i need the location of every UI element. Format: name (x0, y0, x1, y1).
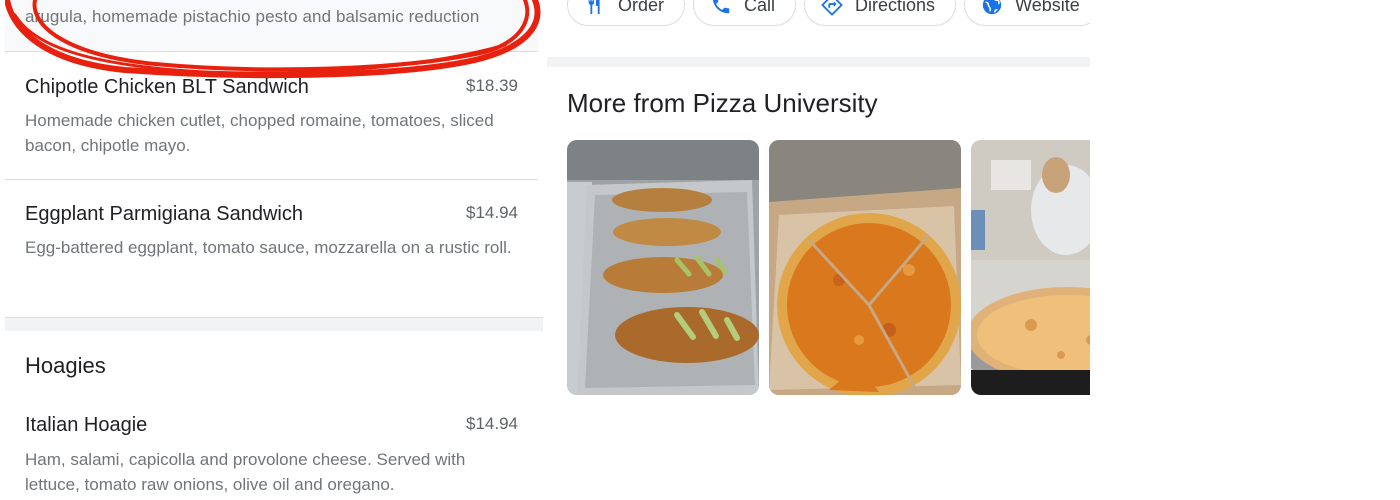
menu-item[interactable]: Italian Hoagie $14.94 Ham, salami, capic… (5, 395, 538, 500)
website-label: Website (1015, 0, 1080, 15)
menu-item-price: $14.94 (466, 414, 518, 433)
directions-icon (821, 0, 843, 16)
menu-item-description: Egg-battered eggplant, tomato sauce, moz… (25, 238, 512, 257)
menu-item[interactable]: arugula, homemade pistachio pesto and ba… (5, 0, 538, 52)
phone-icon (712, 0, 730, 14)
menu-item-price: $14.94 (466, 203, 518, 222)
globe-icon (982, 0, 1002, 15)
menu-item-price: $18.39 (466, 76, 518, 95)
menu-item-description: Homemade chicken cutlet, chopped romaine… (25, 111, 494, 155)
website-button[interactable]: Website (964, 0, 1090, 26)
section-divider (547, 57, 1090, 67)
menu-item-name: Chipotle Chicken BLT Sandwich (25, 76, 309, 98)
order-label: Order (618, 0, 665, 15)
menu-item-description: Ham, salami, capicolla and provolone che… (25, 450, 466, 494)
order-button[interactable]: Order (567, 0, 686, 26)
pizza-box-photo[interactable] (769, 140, 961, 395)
menu-item[interactable]: Chipotle Chicken BLT Sandwich $18.39 Hom… (5, 51, 538, 180)
place-panel: Order Call Directions Website More from … (547, 0, 1090, 500)
pizza-diner-photo[interactable] (971, 140, 1090, 395)
fork-knife-icon (588, 0, 600, 15)
directions-button[interactable]: Directions (804, 0, 957, 26)
menu-item[interactable]: Eggplant Parmigiana Sandwich $14.94 Egg-… (5, 180, 538, 317)
call-label: Call (744, 0, 776, 15)
call-button[interactable]: Call (693, 0, 797, 26)
menu-section-title: Hoagies (25, 353, 106, 378)
menu-panel: arugula, homemade pistachio pesto and ba… (5, 0, 543, 500)
action-chips: Order Call Directions Website (567, 0, 1090, 28)
more-from-title: More from Pizza University (567, 88, 878, 118)
photo-carousel[interactable] (567, 140, 1090, 395)
menu-item-description: arugula, homemade pistachio pesto and ba… (25, 7, 480, 26)
menu-item-name: Eggplant Parmigiana Sandwich (25, 203, 303, 225)
stromboli-photo[interactable] (567, 140, 759, 395)
menu-item-name: Italian Hoagie (25, 414, 148, 436)
directions-label: Directions (855, 0, 936, 15)
section-divider (5, 317, 543, 331)
